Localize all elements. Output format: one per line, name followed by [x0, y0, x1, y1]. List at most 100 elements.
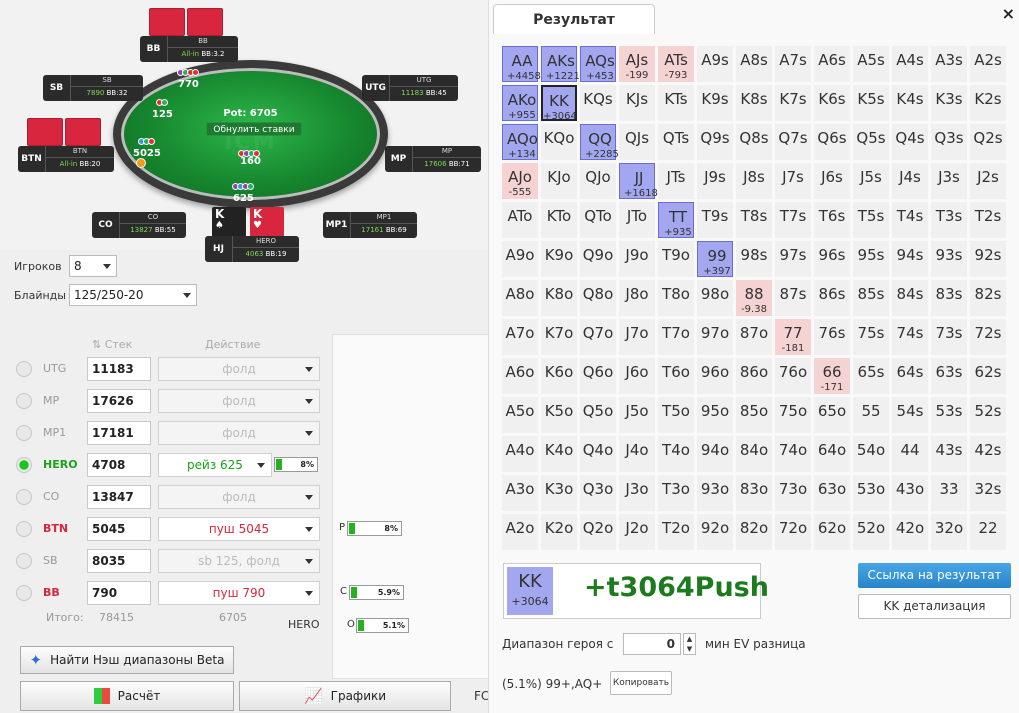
- hand-cell[interactable]: J4s: [892, 163, 928, 199]
- hand-cell[interactable]: 99 +397: [697, 241, 733, 277]
- hand-cell[interactable]: K6o: [541, 358, 577, 394]
- hand-cell[interactable]: 54s: [892, 397, 928, 433]
- hand-cell[interactable]: Q8s: [736, 124, 772, 160]
- hand-cell[interactable]: A8s: [736, 46, 772, 82]
- hand-cell[interactable]: 72s: [970, 319, 1006, 355]
- hand-cell[interactable]: J2s: [970, 163, 1006, 199]
- hand-cell[interactable]: 93s: [931, 241, 967, 277]
- hand-cell[interactable]: 83s: [931, 280, 967, 316]
- hand-cell[interactable]: 43s: [931, 436, 967, 472]
- hand-cell[interactable]: K4s: [892, 85, 928, 121]
- hand-cell[interactable]: Q9o: [580, 241, 616, 277]
- hand-cell[interactable]: 73s: [931, 319, 967, 355]
- hand-cell[interactable]: Q6o: [580, 358, 616, 394]
- hand-cell[interactable]: J8s: [736, 163, 772, 199]
- hand-cell[interactable]: T4s: [892, 202, 928, 238]
- hand-cell[interactable]: 82o: [736, 514, 772, 550]
- hero-radio[interactable]: [16, 553, 32, 569]
- hand-cell[interactable]: A2o: [502, 514, 538, 550]
- hand-cell[interactable]: 75o: [775, 397, 811, 433]
- seat-utg[interactable]: UTG UTG 11183 BB:45: [362, 75, 458, 101]
- hand-cell[interactable]: 42o: [892, 514, 928, 550]
- hand-cell[interactable]: 42s: [970, 436, 1006, 472]
- hand-cell[interactable]: KQo: [541, 124, 577, 160]
- stack-input[interactable]: 13847: [87, 485, 151, 509]
- hand-cell[interactable]: 85s: [853, 280, 889, 316]
- hand-cell[interactable]: A6o: [502, 358, 538, 394]
- graphs-button[interactable]: 📈 Графики: [239, 681, 451, 711]
- hand-cell[interactable]: 76s: [814, 319, 850, 355]
- result-tab[interactable]: Результат: [493, 4, 655, 34]
- hand-cell[interactable]: Q4o: [580, 436, 616, 472]
- hand-cell[interactable]: T6o: [658, 358, 694, 394]
- stack-input[interactable]: 11183: [87, 357, 151, 381]
- hand-cell[interactable]: 62o: [814, 514, 850, 550]
- hand-cell[interactable]: A7s: [775, 46, 811, 82]
- hand-cell[interactable]: JTs: [658, 163, 694, 199]
- hero-radio[interactable]: [16, 489, 32, 505]
- hand-cell[interactable]: TT +935: [658, 202, 694, 238]
- hand-cell[interactable]: JJ +1618: [619, 163, 658, 199]
- hand-cell[interactable]: QTs: [658, 124, 694, 160]
- blinds-select[interactable]: 125/250-20: [69, 284, 197, 306]
- hand-cell[interactable]: K6s: [814, 85, 850, 121]
- hand-cell[interactable]: K7o: [541, 319, 577, 355]
- min-ev-input[interactable]: 0: [623, 633, 681, 655]
- hand-cell[interactable]: 32o: [931, 514, 967, 550]
- hand-cell[interactable]: 66 -171: [814, 358, 850, 394]
- hand-cell[interactable]: J9o: [619, 241, 655, 277]
- copy-button[interactable]: Копировать: [610, 671, 672, 695]
- seat-hero[interactable]: HJ HERO 4063 BB:19: [205, 236, 299, 262]
- hand-cell[interactable]: 65o: [814, 397, 850, 433]
- hand-cell[interactable]: QQ +2285: [580, 124, 619, 160]
- hand-cell[interactable]: 22: [970, 514, 1006, 550]
- hand-cell[interactable]: AKo +955: [502, 85, 538, 121]
- hand-cell[interactable]: J4o: [619, 436, 655, 472]
- hand-cell[interactable]: Q5s: [853, 124, 889, 160]
- hand-cell[interactable]: KTo: [541, 202, 577, 238]
- hand-cell[interactable]: K5o: [541, 397, 577, 433]
- hand-cell[interactable]: J8o: [619, 280, 655, 316]
- hand-cell[interactable]: QJs: [619, 124, 655, 160]
- action-select[interactable]: рейз 625: [158, 453, 272, 477]
- stack-input[interactable]: 17181: [87, 421, 151, 445]
- hand-cell[interactable]: 63o: [814, 475, 850, 511]
- hand-cell[interactable]: 92o: [697, 514, 733, 550]
- hand-cell[interactable]: A7o: [502, 319, 538, 355]
- hand-cell[interactable]: Q5o: [580, 397, 616, 433]
- find-nash-button[interactable]: ✦ Найти Нэш диапазоны Beta: [20, 646, 234, 674]
- hand-cell[interactable]: 65s: [853, 358, 889, 394]
- calculate-button[interactable]: Расчёт: [20, 681, 234, 711]
- hand-cell[interactable]: KJo: [541, 163, 577, 199]
- hand-cell[interactable]: 87s: [775, 280, 811, 316]
- hand-cell[interactable]: Q4s: [892, 124, 928, 160]
- hand-cell[interactable]: 74s: [892, 319, 928, 355]
- hand-cell[interactable]: K2o: [541, 514, 577, 550]
- hand-cell[interactable]: 74o: [775, 436, 811, 472]
- hand-cell[interactable]: AQs +453: [580, 46, 616, 82]
- hand-cell[interactable]: 73o: [775, 475, 811, 511]
- stack-input[interactable]: 790: [87, 581, 151, 605]
- hand-cell[interactable]: Q3o: [580, 475, 616, 511]
- close-icon[interactable]: ×: [1002, 4, 1015, 23]
- hand-cell[interactable]: T9o: [658, 241, 694, 277]
- hand-cell[interactable]: A9o: [502, 241, 538, 277]
- hand-cell[interactable]: 88 -9.38: [736, 280, 772, 316]
- hand-cell[interactable]: 94s: [892, 241, 928, 277]
- hand-cell[interactable]: A3s: [931, 46, 967, 82]
- hand-cell[interactable]: 53o: [853, 475, 889, 511]
- hand-cell[interactable]: 33: [931, 475, 967, 511]
- hand-cell[interactable]: KK +3064: [541, 85, 577, 122]
- hand-cell[interactable]: Q6s: [814, 124, 850, 160]
- hand-cell[interactable]: J3s: [931, 163, 967, 199]
- hand-cell[interactable]: QJo: [580, 163, 616, 199]
- hero-radio[interactable]: [16, 457, 32, 473]
- seat-bb[interactable]: BB BB All-in BB:3.2: [140, 36, 238, 62]
- hand-cell[interactable]: 52o: [853, 514, 889, 550]
- chevron-up-icon[interactable]: ▲: [687, 635, 692, 643]
- hand-cell[interactable]: T6s: [814, 202, 850, 238]
- hand-cell[interactable]: Q2o: [580, 514, 616, 550]
- hand-cell[interactable]: 85o: [736, 397, 772, 433]
- hand-cell[interactable]: 43o: [892, 475, 928, 511]
- hand-cell[interactable]: J7o: [619, 319, 655, 355]
